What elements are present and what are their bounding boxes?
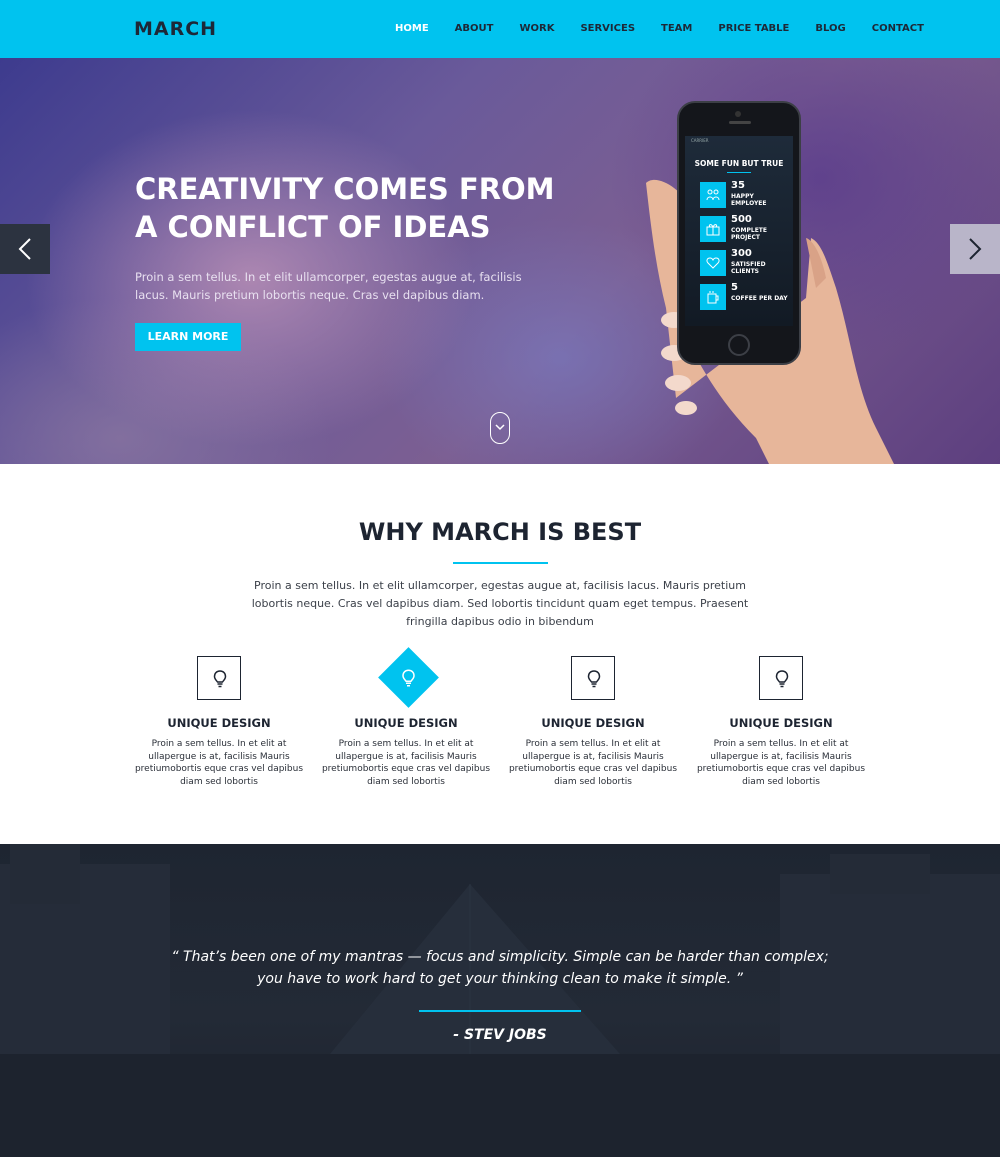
quote-line-1: “ That’s been one of my mantras — focus … [171, 949, 829, 965]
scroll-down-button[interactable] [490, 412, 510, 444]
carrier-label: CARRIER [691, 138, 709, 143]
section-description: Proin a sem tellus. In et elit ullamcorp… [251, 579, 749, 628]
learn-more-button[interactable]: LEARN MORE [135, 323, 241, 351]
nav-item-about[interactable]: ABOUT [455, 23, 494, 34]
feature-title: UNIQUE DESIGN [729, 716, 833, 730]
background-architecture-image [0, 844, 1000, 1157]
heart-icon [706, 257, 720, 269]
people-icon [706, 189, 720, 201]
lightbulb-icon [775, 670, 789, 688]
feature-text: Proin a sem tellus. In et elit at ullape… [508, 739, 678, 787]
chevron-left-icon [18, 238, 31, 260]
nav-item-team[interactable]: TEAM [661, 23, 692, 34]
phone-screen-title: SOME FUN BUT TRUE [694, 159, 784, 168]
slider-prev-button[interactable] [0, 224, 50, 274]
stat-satisfied-clients: 300 SATISFIED CLIENTS [700, 248, 790, 278]
lightbulb-icon [587, 670, 601, 688]
slider-next-button[interactable] [950, 224, 1000, 274]
feature-text: Proin a sem tellus. In et elit at ullape… [696, 739, 866, 787]
stat-label: HAPPY EMPLOYEE [731, 193, 767, 207]
phone-home-button [728, 334, 750, 356]
section-divider [453, 562, 548, 564]
quote-text: “ That’s been one of my mantras — focus … [150, 946, 850, 990]
top-navbar: MARCH HOME ABOUT WORK SERVICES TEAM PRIC… [0, 0, 1000, 58]
stat-number: 500 [731, 214, 752, 225]
feature-icon-box[interactable] [759, 656, 803, 700]
lightbulb-icon [402, 669, 415, 687]
feature-title: UNIQUE DESIGN [354, 716, 458, 730]
phone-speaker [729, 121, 751, 124]
feature-icon-box[interactable] [571, 656, 615, 700]
phone-screen-divider [727, 172, 751, 173]
nav-item-services[interactable]: SERVICES [580, 23, 635, 34]
hero-slider: CREATIVITY COMES FROM A CONFLICT OF IDEA… [0, 58, 1000, 464]
stat-coffee-per-day: 5 COFFEE PER DAY [700, 282, 790, 312]
feature-icon-box[interactable] [378, 647, 439, 708]
hero-title: CREATIVITY COMES FROM A CONFLICT OF IDEA… [135, 172, 555, 244]
gift-icon [706, 224, 720, 236]
feature-text: Proin a sem tellus. In et elit at ullape… [134, 739, 304, 787]
nav-item-home[interactable]: HOME [395, 23, 429, 34]
quote-author: - STEV JOBS [453, 1027, 547, 1043]
quote-section: “ That’s been one of my mantras — focus … [0, 844, 1000, 1157]
feature-text: Proin a sem tellus. In et elit at ullape… [321, 739, 491, 787]
section-title: WHY MARCH IS BEST [358, 518, 642, 546]
feature-title: UNIQUE DESIGN [167, 716, 271, 730]
chevron-right-icon [969, 238, 982, 260]
stat-number: 300 [731, 248, 752, 259]
nav-item-blog[interactable]: BLOG [815, 23, 845, 34]
phone-mockup: CARRIER SOME FUN BUT TRUE 35 HAPPY EMPLO… [677, 101, 801, 365]
coffee-icon [707, 291, 719, 304]
nav-item-contact[interactable]: CONTACT [872, 23, 924, 34]
phone-camera [735, 111, 741, 117]
main-menu: HOME ABOUT WORK SERVICES TEAM PRICE TABL… [395, 23, 950, 34]
stat-label: COMPLETE PROJECT [731, 227, 767, 241]
chevron-down-icon [495, 424, 505, 431]
feature-icon-box[interactable] [197, 656, 241, 700]
nav-item-price-table[interactable]: PRICE TABLE [718, 23, 789, 34]
lightbulb-icon [213, 670, 227, 688]
stat-complete-project: 500 COMPLETE PROJECT [700, 214, 790, 244]
stat-happy-employee: 35 HAPPY EMPLOYEE [700, 180, 790, 210]
quote-divider [419, 1010, 581, 1012]
stat-label: SATISFIED CLIENTS [731, 261, 766, 275]
stat-number: 5 [731, 282, 738, 293]
feature-title: UNIQUE DESIGN [541, 716, 645, 730]
stat-label: COFFEE PER DAY [731, 295, 788, 302]
logo[interactable]: MARCH [134, 18, 217, 40]
quote-line-2: you have to work hard to get your thinki… [257, 971, 743, 987]
nav-item-work[interactable]: WORK [519, 23, 554, 34]
phone-screen: CARRIER SOME FUN BUT TRUE 35 HAPPY EMPLO… [685, 136, 793, 326]
stat-number: 35 [731, 180, 745, 191]
hero-text: Proin a sem tellus. In et elit ullamcorp… [135, 270, 522, 302]
